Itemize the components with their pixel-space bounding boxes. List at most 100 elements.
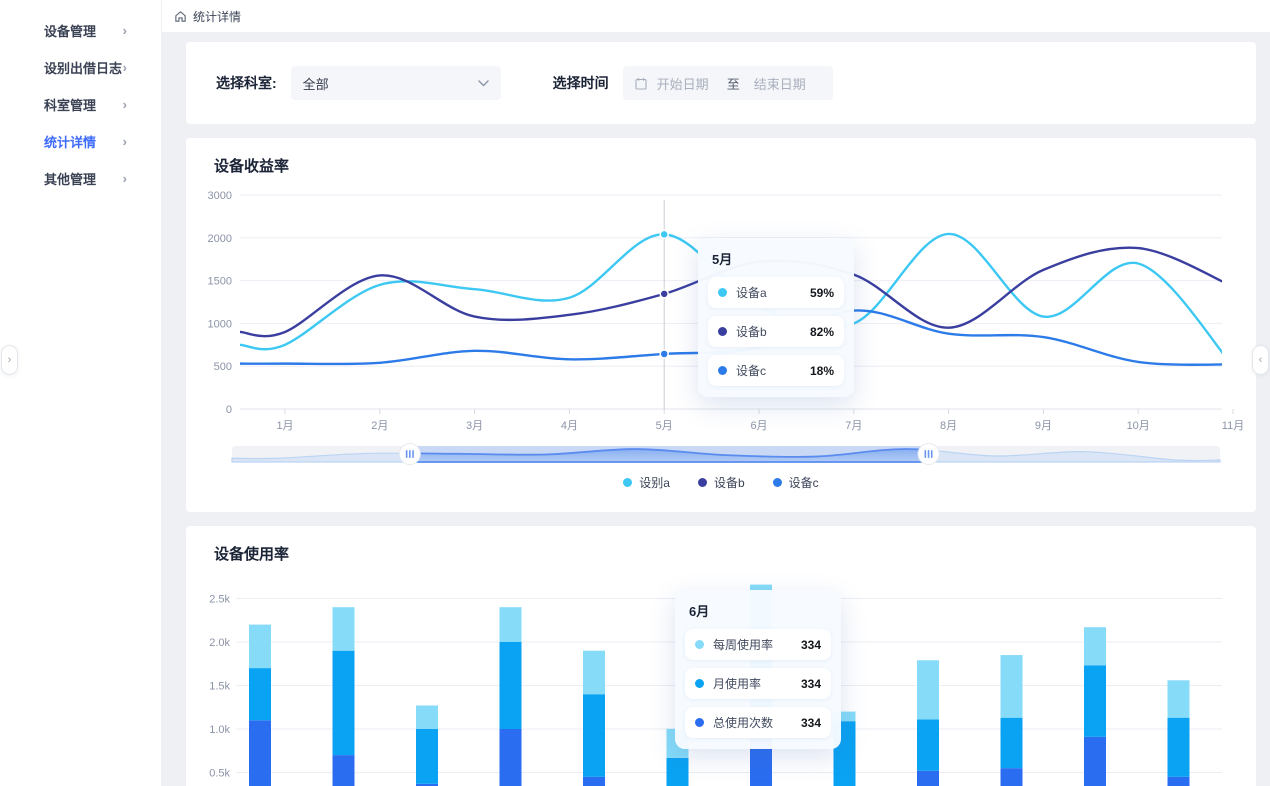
sidebar-item-2[interactable]: 科室管理 › [0,86,161,123]
tooltip-series-value: 18% [810,364,834,378]
tooltip-row: 设备a 59% [708,277,844,308]
calendar-icon [635,77,647,90]
tooltip-title: 5月 [712,249,840,268]
series-dot-icon [695,679,704,688]
legend-item[interactable]: 设别a [623,474,670,491]
revenue-chart-title: 设备收益率 [214,155,289,176]
start-date-input[interactable]: 开始日期 [657,74,709,93]
svg-text:11月: 11月 [1222,420,1244,432]
sidebar: 设备管理›设别出借日志›科室管理›统计详情›其他管理› [0,0,162,786]
svg-text:1月: 1月 [276,420,293,432]
legend-dot-icon [773,478,782,487]
bar-10月[interactable] [1001,655,1023,786]
svg-text:10月: 10月 [1127,420,1150,432]
usage-chart-card: 设备使用率 2.5k 2.0k 1.5k 1.0k 0.5k 6月 每周使用率 334 月使… [186,526,1256,786]
breadcrumb[interactable]: 统计详情 [174,8,241,25]
svg-text:3000: 3000 [208,190,232,202]
tooltip-row: 设备b 82% [708,316,844,347]
usage-tooltip: 6月 每周使用率 334 月使用率334 总使用次数 334 [675,590,841,749]
sidebar-item-label: 设别出借日志 [44,58,122,77]
tooltip-row: 每周使用率 334 [685,629,831,660]
bar-11月[interactable] [1084,627,1106,786]
datazoom-handle-left[interactable] [399,444,420,465]
sidebar-item-label: 科室管理 [44,95,96,114]
tooltip-series-name: 每周使用率 [713,636,773,653]
chevron-right-icon: › [123,60,127,75]
sidebar-item-1[interactable]: 设别出借日志› [0,49,161,86]
dept-select[interactable]: 全部 [291,66,501,100]
chevron-down-icon [478,80,489,87]
svg-text:1.0k: 1.0k [209,724,230,736]
bar-4月[interactable] [500,607,522,786]
dept-filter-label: 选择科室: [216,73,277,93]
tooltip-row: 月使用率334 [685,668,831,699]
tooltip-row: 设备c18% [708,355,844,386]
series-dot-icon [718,366,727,375]
tooltip-series-value: 334 [801,716,821,730]
bar-1月[interactable] [249,625,271,786]
date-range-picker[interactable]: 开始日期 至 结束日期 [623,66,833,100]
sidebar-item-4[interactable]: 其他管理 › [0,160,161,197]
svg-text:0: 0 [226,404,232,416]
bar-9月[interactable] [917,660,939,786]
svg-text:4月: 4月 [561,420,578,432]
legend-item[interactable]: 设备c [773,474,819,491]
legend-item[interactable]: 设备b [698,474,745,491]
y-axis-labels: 0 500 1000 1500 2000 3000 [208,190,232,416]
svg-text:6月: 6月 [750,420,767,432]
tooltip-series-name: 月使用率 [713,675,761,692]
home-icon [174,10,187,23]
svg-text:1500: 1500 [208,276,232,288]
highlight-dot [660,290,668,298]
bar-5月[interactable] [583,651,605,786]
series-dot-icon [695,718,704,727]
tooltip-series-name: 总使用次数 [713,714,773,731]
chevron-right-icon: › [123,134,127,149]
end-date-input[interactable]: 结束日期 [754,74,806,93]
svg-text:1.5k: 1.5k [209,681,230,693]
page: 设备管理›设别出借日志›科室管理›统计详情›其他管理› 统计详情 选择科室: 全… [0,0,1270,786]
svg-text:7月: 7月 [845,420,862,432]
bar-12月[interactable] [1168,680,1190,786]
bar-3月[interactable] [416,706,438,786]
svg-text:0.5k: 0.5k [209,768,230,780]
sidebar-item-label: 设备管理 [44,21,96,40]
svg-text:2.5k: 2.5k [209,594,230,606]
svg-text:2.0k: 2.0k [209,637,230,649]
sidebar-item-3[interactable]: 统计详情› [0,123,161,160]
tooltip-series-name: 设备a [736,284,767,301]
svg-text:8月: 8月 [940,420,957,432]
tooltip-row: 总使用次数 334 [685,707,831,738]
tooltip-title: 6月 [689,601,827,620]
svg-text:500: 500 [214,361,232,373]
sidebar-expand-button[interactable]: › [1,345,18,375]
topbar: 统计详情 [162,0,1270,32]
revenue-chart-legend: 设别a 设备b 设备c [186,474,1256,491]
svg-text:9月: 9月 [1035,420,1052,432]
bar-2月[interactable] [333,607,355,786]
series-dot-icon [718,327,727,336]
svg-text:5月: 5月 [656,420,673,432]
datazoom-slider[interactable] [232,444,1220,465]
legend-label: 设备c [789,474,819,491]
datazoom-handle-right[interactable] [918,444,939,465]
sidebar-item-label: 其他管理 [44,169,96,188]
breadcrumb-label: 统计详情 [193,8,241,25]
chevron-right-icon: › [123,171,127,186]
filter-card: 选择科室: 全部 选择时间 开始日期 至 结束日期 [186,42,1256,124]
chevron-right-icon: › [123,97,127,112]
tooltip-series-value: 334 [801,638,821,652]
tooltip-series-name: 设备b [736,323,767,340]
usage-chart-title: 设备使用率 [214,543,289,564]
tooltip-series-value: 82% [810,325,834,339]
highlight-dot [660,350,668,358]
series-dot-icon [695,640,704,649]
revenue-chart-card: 设备收益率 050010001500200030001月2月3月4月5月6月7月… [186,138,1256,512]
sidebar-item-0[interactable]: 设备管理› [0,12,161,49]
svg-text:2000: 2000 [208,233,232,245]
tooltip-series-value: 59% [810,286,834,300]
panel-collapse-button[interactable]: ‹ [1252,345,1269,375]
svg-text:1000: 1000 [208,318,232,330]
legend-dot-icon [698,478,707,487]
highlight-dot [660,230,668,238]
